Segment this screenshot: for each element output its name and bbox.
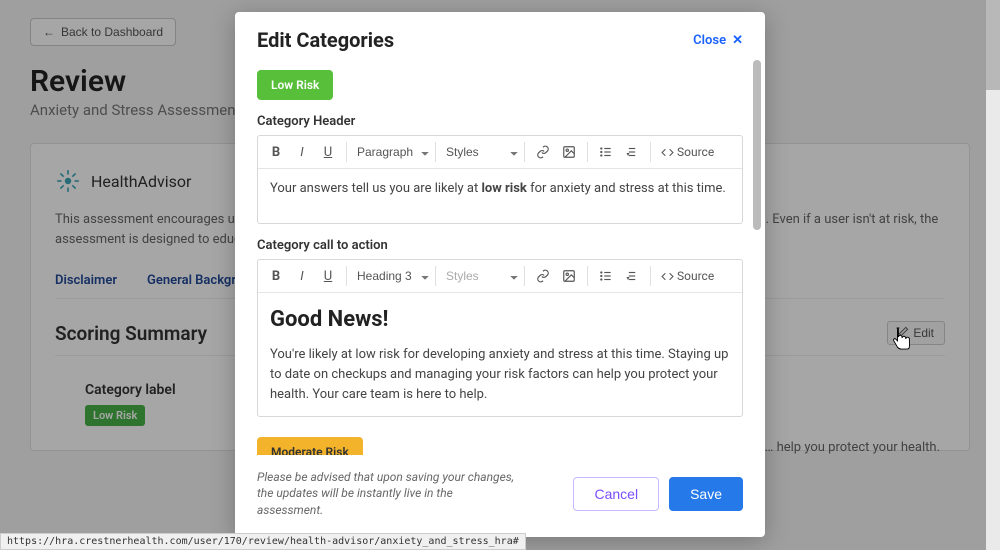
rte-content-area[interactable]: Your answers tell us you are likely at l… [258,169,742,223]
bold-button[interactable]: B [264,140,288,164]
source-button[interactable]: Source [657,145,718,159]
save-button[interactable]: Save [669,477,743,511]
italic-button[interactable]: I [290,140,314,164]
italic-button[interactable]: I [290,264,314,288]
block-format-select[interactable]: Heading 3 [353,267,429,285]
close-label: Close [693,33,726,48]
link-button[interactable] [531,264,555,288]
status-bar-url: https://hra.crestnerhealth.com/user/170/… [0,533,526,550]
low-risk-pill: Low Risk [257,70,333,100]
toolbar-separator [346,266,347,286]
toolbar-separator [346,142,347,162]
underline-button[interactable]: U [316,140,340,164]
toolbar-separator [650,142,651,162]
rte-toolbar: B I U Paragraph Styles ▾ S [258,136,742,169]
styles-select[interactable]: Styles [442,143,518,161]
cancel-button[interactable]: Cancel [573,477,659,511]
bullet-list-button[interactable] [594,140,618,164]
modal-body[interactable]: Low Risk Category Header B I U Paragraph… [235,60,765,455]
cta-heading: Good News! [270,303,730,337]
close-icon: ✕ [732,33,743,48]
styles-select[interactable]: Styles [442,267,518,285]
numbered-list-button[interactable]: ▾ [620,264,644,288]
modal-overlay[interactable]: Edit Categories Close ✕ Low Risk Categor… [0,0,1000,550]
save-warning-note: Please be advised that upon saving your … [257,469,517,519]
edit-categories-modal: Edit Categories Close ✕ Low Risk Categor… [235,12,765,537]
category-header-label: Category Header [257,114,743,129]
rte-content-area[interactable]: Good News! You're likely at low risk for… [258,293,742,416]
toolbar-separator [524,266,525,286]
toolbar-separator [587,266,588,286]
content-text-post: for anxiety and stress at this time. [527,181,726,196]
moderate-risk-pill: Moderate Risk [257,437,363,455]
window-scrollbar-track[interactable] [986,0,1000,550]
content-text-bold: low risk [481,181,526,196]
underline-button[interactable]: U [316,264,340,288]
modal-footer: Please be advised that upon saving your … [235,455,765,537]
toolbar-separator [650,266,651,286]
link-button[interactable] [531,140,555,164]
toolbar-separator [435,266,436,286]
toolbar-separator [587,142,588,162]
toolbar-separator [435,142,436,162]
block-format-select[interactable]: Paragraph [353,143,429,161]
image-button[interactable] [557,140,581,164]
modal-header: Edit Categories Close ✕ [235,12,765,60]
modal-close-button[interactable]: Close ✕ [693,33,743,48]
image-button[interactable] [557,264,581,288]
content-text-pre: Your answers tell us you are likely at [270,181,481,196]
modal-actions: Cancel Save [573,477,743,511]
bullet-list-button[interactable] [594,264,618,288]
modal-title: Edit Categories [257,28,394,52]
cta-body: You're likely at low risk for developing… [270,345,730,405]
category-cta-label: Category call to action [257,238,743,253]
modal-scrollbar[interactable] [753,60,761,230]
toolbar-separator [524,142,525,162]
window-scrollbar-thumb[interactable] [986,0,1000,90]
rte-category-header: B I U Paragraph Styles ▾ S [257,135,743,224]
numbered-list-button[interactable]: ▾ [620,140,644,164]
bold-button[interactable]: B [264,264,288,288]
rte-category-cta: B I U Heading 3 Styles ▾ S [257,259,743,417]
source-button[interactable]: Source [657,269,718,283]
rte-toolbar: B I U Heading 3 Styles ▾ S [258,260,742,293]
